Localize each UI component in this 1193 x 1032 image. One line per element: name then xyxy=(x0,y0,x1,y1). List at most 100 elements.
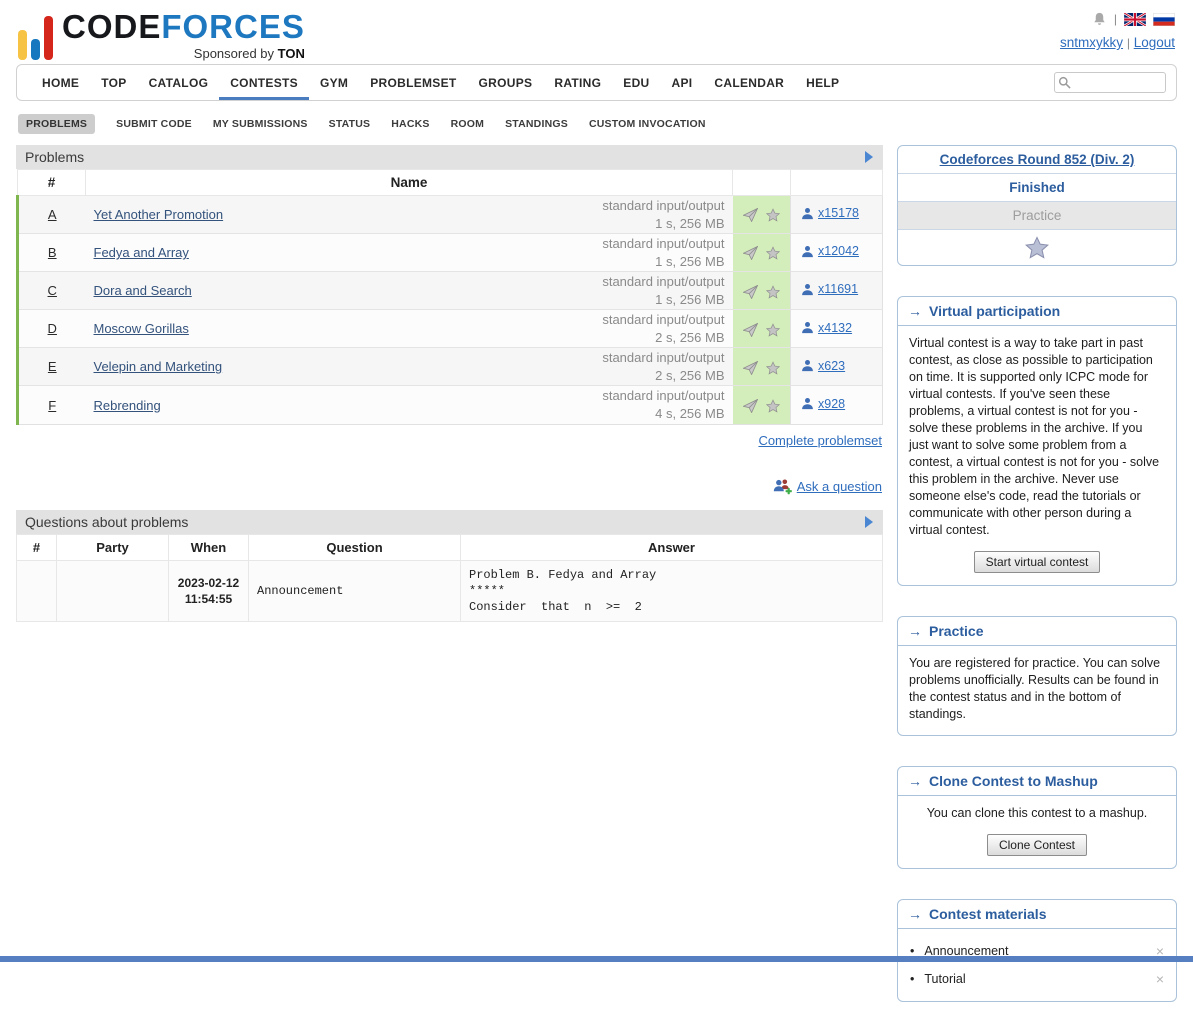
problem-actions-cell xyxy=(733,310,791,348)
tutorial-link[interactable]: Tutorial xyxy=(924,972,965,986)
logout-link[interactable]: Logout xyxy=(1134,35,1175,50)
subnav-problems[interactable]: PROBLEMS xyxy=(18,114,95,134)
nav-item-help[interactable]: HELP xyxy=(795,65,850,100)
question-text-cell: Announcement xyxy=(249,560,461,622)
subnav-my-submissions[interactable]: MY SUBMISSIONS xyxy=(213,118,308,130)
nav-item-top[interactable]: TOP xyxy=(90,65,137,100)
subnav-custom-invocation[interactable]: CUSTOM INVOCATION xyxy=(589,118,706,130)
user-divider: | xyxy=(1127,36,1130,50)
table-row: F Rebrending standard input/output4 s, 2… xyxy=(18,386,883,424)
start-virtual-contest-button[interactable]: Start virtual contest xyxy=(974,551,1101,573)
questions-caption: Questions about problems xyxy=(25,514,188,530)
person-icon xyxy=(801,359,814,372)
nav-item-groups[interactable]: GROUPS xyxy=(468,65,544,100)
codeforces-logo[interactable]: CODEFORCES Sponsored by TON xyxy=(18,10,305,60)
problem-actions-cell xyxy=(733,386,791,424)
complete-problemset-link[interactable]: Complete problemset xyxy=(758,433,882,448)
problem-index-link[interactable]: B xyxy=(48,245,57,260)
favorite-star-icon[interactable] xyxy=(766,361,780,375)
problem-solved-cell: x12042 xyxy=(791,234,883,272)
question-row: 2023-02-12 11:54:55 Announcement Problem… xyxy=(17,560,883,622)
subnav-submit-code[interactable]: SUBMIT CODE xyxy=(116,118,192,130)
site-header: CODEFORCES Sponsored by TON | xyxy=(16,0,1177,64)
practice-box: → Practice You are registered for practi… xyxy=(897,616,1177,736)
problem-index-cell: E xyxy=(18,348,86,386)
solved-count-link[interactable]: x11691 xyxy=(801,282,858,296)
notification-bell-icon[interactable] xyxy=(1092,11,1107,27)
submit-plane-icon[interactable] xyxy=(743,323,758,337)
subnav-hacks[interactable]: HACKS xyxy=(391,118,429,130)
subnav-standings[interactable]: STANDINGS xyxy=(505,118,568,130)
header-divider: | xyxy=(1114,12,1117,26)
col-header-index: # xyxy=(18,170,86,196)
problems-caption-bar: Problems xyxy=(16,145,883,169)
russian-flag-icon[interactable] xyxy=(1153,13,1175,26)
solved-count-link[interactable]: x15178 xyxy=(801,206,859,220)
problem-index-link[interactable]: A xyxy=(48,207,57,222)
submit-plane-icon[interactable] xyxy=(743,399,758,413)
problem-index-cell: D xyxy=(18,310,86,348)
problem-index-link[interactable]: F xyxy=(48,398,56,413)
submit-plane-icon[interactable] xyxy=(743,246,758,260)
nav-item-rating[interactable]: RATING xyxy=(543,65,612,100)
problem-name-link[interactable]: Rebrending xyxy=(94,398,161,413)
problem-name-link[interactable]: Yet Another Promotion xyxy=(94,207,224,222)
page: CODEFORCES Sponsored by TON | xyxy=(0,0,1193,1032)
problem-name-link[interactable]: Dora and Search xyxy=(94,283,192,298)
favorite-star-icon[interactable] xyxy=(766,208,780,222)
contest-materials-box: → Contest materials • Announcement × • T… xyxy=(897,899,1177,1002)
col-header-solved xyxy=(791,170,883,196)
problem-index-cell: F xyxy=(18,386,86,424)
ask-question-link[interactable]: Ask a question xyxy=(773,478,882,495)
problem-solved-cell: x15178 xyxy=(791,196,883,234)
favorite-star-icon[interactable] xyxy=(766,323,780,337)
arrow-icon: → xyxy=(908,773,922,789)
problem-name-cell: Yet Another Promotion xyxy=(86,196,548,234)
expand-arrow-icon[interactable] xyxy=(864,516,874,528)
logo-word-forces: FORCES xyxy=(161,8,305,45)
subnav-status[interactable]: STATUS xyxy=(329,118,371,130)
solved-count-link[interactable]: x928 xyxy=(801,397,845,411)
person-icon xyxy=(801,321,814,334)
solved-count-link[interactable]: x12042 xyxy=(801,244,859,258)
favorite-star-icon[interactable] xyxy=(766,285,780,299)
submit-plane-icon[interactable] xyxy=(743,361,758,375)
problem-name-link[interactable]: Moscow Gorillas xyxy=(94,321,189,336)
favorite-star-icon[interactable] xyxy=(766,246,780,260)
nav-item-contests[interactable]: CONTESTS xyxy=(219,65,309,100)
close-icon[interactable]: × xyxy=(1156,972,1164,986)
arrow-icon: → xyxy=(908,303,922,319)
problem-name-link[interactable]: Fedya and Array xyxy=(94,245,189,260)
nav-item-gym[interactable]: GYM xyxy=(309,65,359,100)
nav-item-catalog[interactable]: CATALOG xyxy=(138,65,220,100)
expand-arrow-icon[interactable] xyxy=(864,151,874,163)
submit-plane-icon[interactable] xyxy=(743,208,758,222)
favorite-star-icon[interactable] xyxy=(1025,236,1049,259)
subnav-room[interactable]: ROOM xyxy=(451,118,484,130)
main-column: Problems # Name A xyxy=(16,145,883,622)
nav-item-home[interactable]: HOME xyxy=(31,65,90,100)
person-icon xyxy=(801,397,814,410)
english-flag-icon[interactable] xyxy=(1124,13,1146,26)
nav-item-calendar[interactable]: CALENDAR xyxy=(703,65,795,100)
nav-item-edu[interactable]: EDU xyxy=(612,65,660,100)
question-when-cell: 2023-02-12 11:54:55 xyxy=(169,560,249,622)
clone-contest-button[interactable]: Clone Contest xyxy=(987,834,1087,856)
problem-index-link[interactable]: C xyxy=(48,283,57,298)
nav-item-api[interactable]: API xyxy=(661,65,704,100)
problem-index-link[interactable]: E xyxy=(48,359,57,374)
problem-solved-cell: x11691 xyxy=(791,272,883,310)
practice-text: You are registered for practice. You can… xyxy=(898,646,1176,735)
solved-count-link[interactable]: x4132 xyxy=(801,321,852,335)
search-icon xyxy=(1058,76,1071,89)
solved-count-link[interactable]: x623 xyxy=(801,359,845,373)
favorite-star-icon[interactable] xyxy=(766,399,780,413)
nav-item-problemset[interactable]: PROBLEMSET xyxy=(359,65,467,100)
problem-index-link[interactable]: D xyxy=(48,321,57,336)
problem-name-cell: Moscow Gorillas xyxy=(86,310,548,348)
problem-name-link[interactable]: Velepin and Marketing xyxy=(94,359,223,374)
problems-table: # Name A Yet Another Promotion standard … xyxy=(16,169,883,425)
contest-title-link[interactable]: Codeforces Round 852 (Div. 2) xyxy=(940,152,1135,167)
username-link[interactable]: sntmxykky xyxy=(1060,35,1123,50)
submit-plane-icon[interactable] xyxy=(743,285,758,299)
